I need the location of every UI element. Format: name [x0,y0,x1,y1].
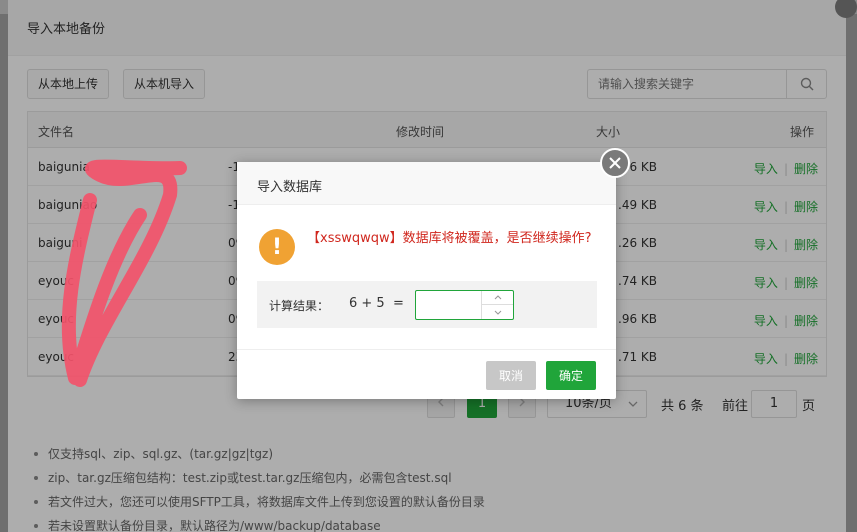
goto-page-input[interactable]: 1 [751,390,797,418]
modal-footer: 取消 确定 [237,349,616,399]
row-actions: 导入 | 删除 [754,350,818,367]
file-size: .26 KB [618,236,657,250]
calc-stepper [415,290,514,320]
delete-link[interactable]: 删除 [794,352,818,366]
action-separator: | [783,200,788,214]
file-size: .96 KB [618,312,657,326]
action-separator: | [783,352,788,366]
file-name: eyouc [38,350,75,364]
warning-icon: ! [259,229,295,265]
stepper-controls [481,291,513,319]
note-item: 若文件过大，您还可以使用SFTP工具，将数据库文件上传到您设置的默认备份目录 [34,490,485,514]
delete-link[interactable]: 删除 [794,200,818,214]
action-separator: | [783,314,788,328]
note-item: zip、tar.gz压缩包结构：test.zip或test.tar.gz压缩包内… [34,466,485,490]
import-database-modal: 导入数据库 ! 【xsswqwqw】数据库将被覆盖，是否继续操作? 计算结果： … [237,148,630,399]
chevron-down-icon [628,401,638,407]
note-item: 仅支持sql、zip、sql.gz、(tar.gz|gz|tgz) [34,442,485,466]
action-separator: | [783,238,788,252]
file-size: .74 KB [618,274,657,288]
total-count: 共 6 条 [661,399,704,414]
table-header: 文件名 修改时间 大小 操作 [28,112,826,148]
import-machine-button[interactable]: 从本机导入 [123,69,206,99]
search-icon [800,77,813,91]
modal-title: 导入数据库 [237,162,616,205]
page-suffix: 页 [802,399,816,414]
search-input[interactable] [588,70,788,98]
row-actions: 导入 | 删除 [754,198,818,215]
close-icon [609,157,621,169]
chevron-down-icon [494,310,501,315]
action-separator: | [783,276,788,290]
import-link[interactable]: 导入 [754,238,778,252]
file-size: .71 KB [618,350,657,364]
chevron-up-icon [494,295,501,300]
calc-expression: 6 + 5 = [349,296,404,311]
delete-link[interactable]: 删除 [794,314,818,328]
notes-list: 仅支持sql、zip、sql.gz、(tar.gz|gz|tgz) zip、ta… [34,442,485,532]
stepper-up-button[interactable] [482,291,513,305]
confirm-button[interactable]: 确定 [546,361,596,390]
goto-label: 前往 [722,399,749,414]
row-actions: 导入 | 删除 [754,274,818,291]
import-link[interactable]: 导入 [754,200,778,214]
search-box [587,69,827,99]
delete-link[interactable]: 删除 [794,276,818,290]
search-button[interactable] [786,70,826,98]
file-name: baigunia [38,160,90,174]
delete-link[interactable]: 删除 [794,162,818,176]
warning-text: 【xsswqwqw】数据库将被覆盖，是否继续操作? [307,231,592,246]
cancel-button[interactable]: 取消 [486,361,536,390]
import-link[interactable]: 导入 [754,276,778,290]
captcha-box: 计算结果： 6 + 5 = [257,281,597,328]
import-link[interactable]: 导入 [754,162,778,176]
note-item: 若未设置默认备份目录，默认路径为/www/backup/database [34,514,485,532]
column-size: 大小 [596,125,621,139]
file-name: baiguniao [38,198,98,212]
column-mtime: 修改时间 [396,125,445,139]
row-actions: 导入 | 删除 [754,160,818,177]
row-actions: 导入 | 删除 [754,236,818,253]
calc-answer-input[interactable] [416,291,482,319]
toolbar: 从本地上传 从本机导入 [27,69,827,99]
file-name: eyouc [38,312,75,326]
upload-local-button[interactable]: 从本地上传 [27,69,110,99]
import-link[interactable]: 导入 [754,352,778,366]
action-separator: | [783,162,788,176]
import-link[interactable]: 导入 [754,314,778,328]
column-actions: 操作 [789,125,814,139]
stepper-down-button[interactable] [482,305,513,319]
dialog-title: 导入本地备份 [8,0,846,56]
calc-label: 计算结果： [269,299,330,313]
row-actions: 导入 | 删除 [754,312,818,329]
file-name: eyouc [38,274,75,288]
file-name: baiguni [38,236,83,250]
column-filename: 文件名 [38,125,75,139]
file-size: .49 KB [618,198,657,212]
modal-close-button[interactable] [600,148,630,178]
delete-link[interactable]: 删除 [794,238,818,252]
